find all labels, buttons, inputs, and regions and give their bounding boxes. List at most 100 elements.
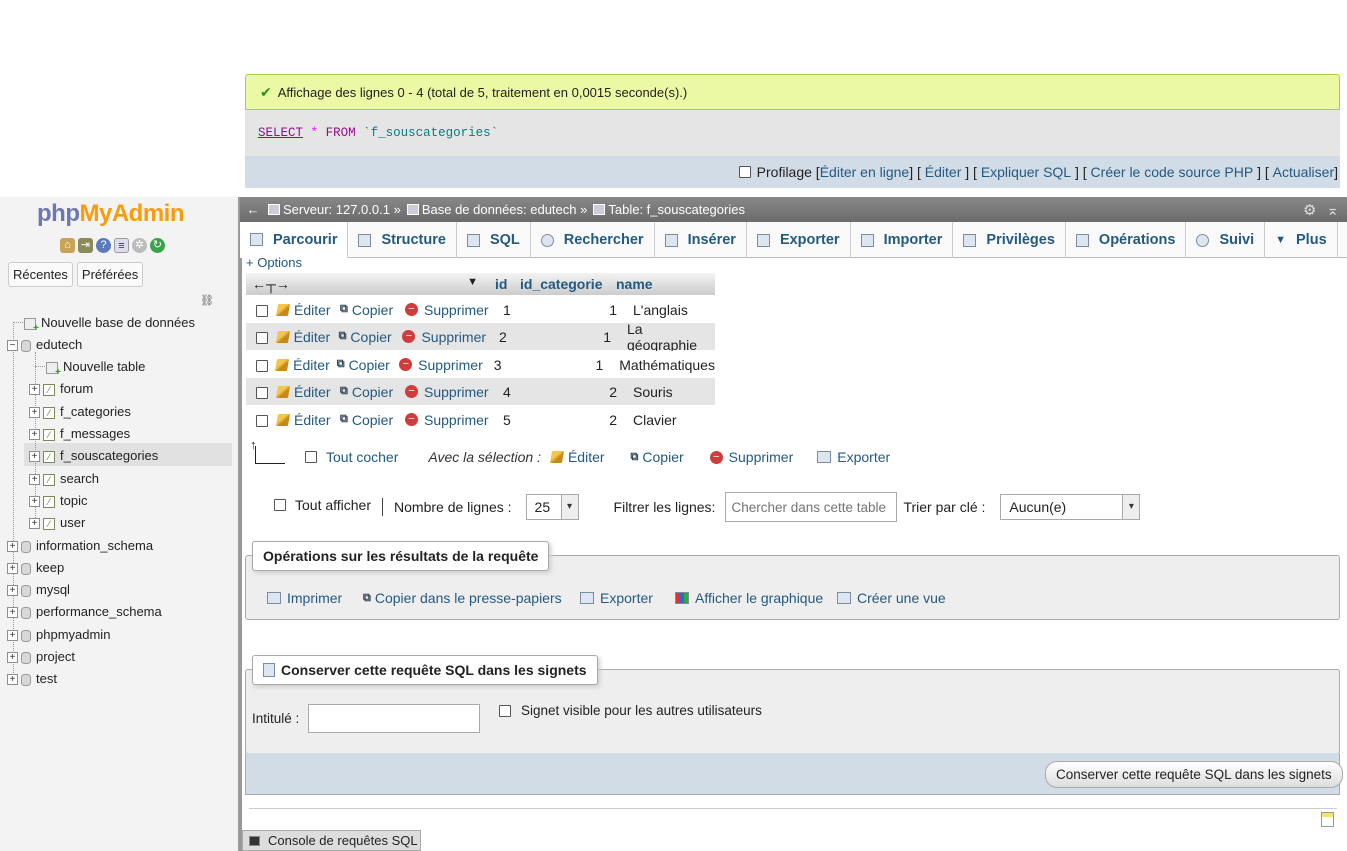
edit-query-link[interactable]: Éditer: [925, 164, 962, 180]
bulk-edit-button[interactable]: Éditer: [549, 449, 605, 465]
tree-db-edutech[interactable]: − edutech: [7, 337, 82, 352]
tree-table-user[interactable]: + ⁄ user: [29, 515, 85, 530]
tree-db-mysql[interactable]: + mysql: [7, 582, 70, 597]
cell-id-categorie[interactable]: 1: [520, 329, 611, 345]
row-copy-link[interactable]: ⧉ Copier: [339, 329, 403, 345]
bulk-delete-button[interactable]: − Supprimer: [709, 449, 793, 465]
row-copy-link[interactable]: ⧉ Copier: [340, 384, 405, 400]
expand-icon[interactable]: +: [29, 518, 40, 530]
reload-icon[interactable]: ↻: [150, 238, 165, 253]
cell-name[interactable]: Mathématiques: [603, 357, 715, 373]
expand-icon[interactable]: +: [7, 674, 18, 686]
breadcrumb-server[interactable]: Serveur: 127.0.0.1: [283, 202, 390, 217]
row-delete-link[interactable]: − Supprimer: [405, 384, 493, 400]
tree-db-phpmyadmin[interactable]: + phpmyadmin: [7, 627, 110, 642]
row-delete-link[interactable]: − Supprimer: [402, 329, 489, 345]
row-copy-link[interactable]: ⧉ Copier: [337, 357, 399, 373]
expand-icon[interactable]: +: [7, 563, 18, 575]
tree-new-table[interactable]: Nouvelle table: [46, 359, 145, 378]
tab-search[interactable]: Rechercher: [531, 222, 655, 258]
tree-table-search[interactable]: + ⁄ search: [29, 471, 99, 486]
show-all-checkbox[interactable]: [274, 499, 286, 511]
export-results-link[interactable]: Exporter: [580, 590, 653, 606]
tree-db-performance-schema[interactable]: + performance_schema: [7, 604, 162, 619]
row-delete-link[interactable]: − Supprimer: [405, 302, 493, 318]
profilage-checkbox[interactable]: [738, 166, 751, 178]
copy-clipboard-link[interactable]: ⧉ Copier dans le presse-papiers: [363, 590, 562, 606]
bulk-export-button[interactable]: Exporter: [817, 449, 890, 465]
bookmark-visible-checkbox[interactable]: [499, 704, 511, 717]
recent-tables-button[interactable]: Récentes: [8, 262, 73, 287]
cell-name[interactable]: La géographie: [611, 321, 715, 353]
tab-operations[interactable]: Opérations: [1066, 222, 1187, 258]
expand-icon[interactable]: +: [7, 630, 18, 642]
tree-table-topic[interactable]: + ⁄ topic: [29, 493, 87, 508]
col-header-id[interactable]: id: [484, 276, 515, 292]
tree-new-database[interactable]: Nouvelle base de données: [24, 315, 195, 334]
tree-db-project[interactable]: + project: [7, 649, 75, 664]
row-checkbox[interactable]: [256, 386, 268, 399]
tree-db-test[interactable]: + test: [7, 671, 57, 686]
create-php-link[interactable]: Créer le code source PHP: [1091, 164, 1254, 180]
collapse-icon[interactable]: −: [7, 340, 18, 352]
cell-id[interactable]: 4: [493, 384, 524, 400]
sql-keyword-select[interactable]: SELECT: [258, 126, 303, 140]
bookmark-visible-option[interactable]: Signet visible pour les autres utilisate…: [499, 703, 762, 718]
tab-export[interactable]: Exporter: [747, 222, 851, 258]
cell-id[interactable]: 5: [493, 412, 524, 428]
tab-privileges[interactable]: Privilèges: [953, 222, 1066, 258]
row-edit-link[interactable]: Éditer: [275, 357, 337, 373]
options-link[interactable]: + Options: [246, 255, 302, 270]
logout-icon[interactable]: ⇥: [78, 238, 93, 253]
expand-icon[interactable]: +: [29, 384, 40, 396]
collapse-nav-icon[interactable]: ←: [244, 202, 262, 217]
edit-inline-link[interactable]: Éditer en ligne: [820, 164, 910, 180]
row-checkbox[interactable]: [256, 304, 268, 317]
tab-more[interactable]: ▼ Plus: [1265, 222, 1338, 258]
row-edit-link[interactable]: Éditer: [275, 384, 340, 400]
home-icon[interactable]: ⌂: [60, 238, 75, 253]
bookmark-title-input[interactable]: [308, 704, 480, 733]
row-edit-link[interactable]: Éditer: [275, 412, 340, 428]
cell-id-categorie[interactable]: 2: [524, 412, 617, 428]
cell-name[interactable]: Clavier: [617, 412, 677, 428]
row-copy-link[interactable]: ⧉ Copier: [340, 302, 405, 318]
print-link[interactable]: Imprimer: [267, 590, 342, 606]
expand-icon[interactable]: +: [7, 607, 18, 619]
expand-icon[interactable]: +: [29, 451, 40, 463]
col-header-id-categorie[interactable]: id_categorie: [515, 276, 612, 292]
tab-import[interactable]: Importer: [851, 222, 954, 258]
save-bookmark-button[interactable]: Conserver cette requête SQL dans les sig…: [1045, 761, 1343, 788]
row-checkbox[interactable]: [256, 331, 268, 344]
tree-db-information-schema[interactable]: + information_schema: [7, 538, 153, 553]
breadcrumb-database[interactable]: Base de données: edutech: [422, 202, 577, 217]
tree-table-forum[interactable]: + ⁄ forum: [29, 381, 93, 396]
tree-table-f-souscategories[interactable]: + ⁄ f_souscategories: [29, 448, 158, 463]
help-icon[interactable]: ?: [96, 238, 111, 253]
cell-name[interactable]: Souris: [617, 384, 673, 400]
tree-db-keep[interactable]: + keep: [7, 560, 64, 575]
phpmyadmin-logo[interactable]: phpMyAdmin: [37, 200, 184, 228]
favorite-tables-button[interactable]: Préférées: [76, 262, 144, 287]
row-edit-link[interactable]: Éditer: [275, 329, 339, 345]
cell-id-categorie[interactable]: 2: [524, 384, 617, 400]
expand-icon[interactable]: +: [7, 541, 18, 553]
expand-icon[interactable]: +: [7, 652, 18, 664]
tab-browse[interactable]: Parcourir: [240, 222, 349, 258]
bulk-copy-button[interactable]: ⧉ Copier: [631, 449, 684, 465]
cell-id-categorie[interactable]: 1: [524, 302, 617, 318]
expand-icon[interactable]: +: [29, 496, 40, 508]
column-resize-arrows[interactable]: ←┬→ ▼: [246, 276, 484, 292]
cell-id[interactable]: 2: [489, 329, 520, 345]
sort-by-key-select[interactable]: Aucun(e) ▾: [1000, 494, 1141, 520]
sql-console-toggle[interactable]: Console de requêtes SQL: [242, 830, 421, 851]
check-all-link[interactable]: Tout cocher: [326, 449, 398, 465]
settings-icon[interactable]: ✲: [132, 238, 147, 253]
row-checkbox[interactable]: [256, 414, 268, 427]
create-view-link[interactable]: Créer une vue: [837, 590, 946, 606]
row-delete-link[interactable]: − Supprimer: [405, 412, 493, 428]
link-icon[interactable]: ⛓: [200, 294, 214, 307]
row-checkbox[interactable]: [256, 359, 268, 372]
cell-name[interactable]: L'anglais: [617, 302, 688, 318]
row-edit-link[interactable]: Éditer: [275, 302, 340, 318]
